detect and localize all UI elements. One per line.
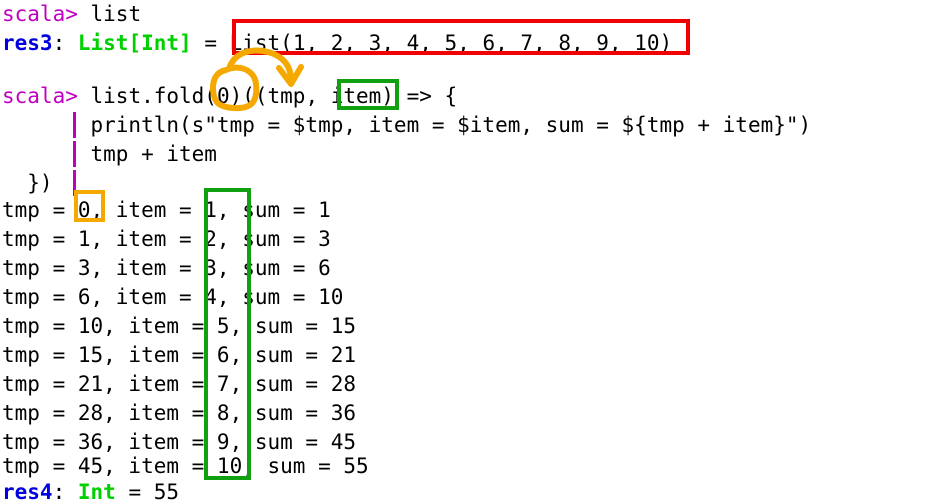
- repl-input-fold: list.fold(0)((tmp, item) => {: [90, 84, 458, 108]
- result-equals: =: [191, 31, 230, 55]
- result-name-res4: res4: [2, 480, 53, 504]
- repl-output-line-2: tmp = 1, item = 2, sum = 3: [2, 227, 331, 251]
- yellow-highlight-box-tmp-zero: [74, 190, 105, 222]
- result-equals-2: =: [115, 480, 154, 504]
- repl-input-close-brace: }): [2, 171, 53, 195]
- repl-input-println: println(s"tmp = $tmp, item = $item, sum …: [2, 113, 812, 137]
- repl-output-line-10: tmp = 45, item = 10, sum = 55: [2, 454, 369, 478]
- repl-input-sum-expr: tmp + item: [2, 142, 217, 166]
- continuation-bar-2: [73, 141, 76, 167]
- repl-line-6: tmp + item: [2, 140, 217, 169]
- repl-line-last: res4: Int = 55: [2, 478, 179, 504]
- repl-line-1: scala> list: [2, 0, 141, 29]
- repl-text-area[interactable]: scala> list res3: List[Int] = List(1, 2,…: [0, 0, 927, 504]
- result-type-listint: List[Int]: [77, 31, 192, 55]
- repl-output-line-3: tmp = 3, item = 3, sum = 6: [2, 256, 331, 280]
- repl-output-line-4: tmp = 6, item = 4, sum = 10: [2, 285, 344, 309]
- result-type-int: Int: [77, 480, 116, 504]
- repl-input-list: list: [90, 2, 142, 26]
- prompt-label-2: scala>: [2, 84, 91, 108]
- result-colon: :: [52, 31, 78, 55]
- result-colon-2: :: [52, 480, 78, 504]
- continuation-bar-1: [73, 112, 76, 138]
- result-value-55: 55: [153, 480, 180, 504]
- green-highlight-box-item-column: [204, 188, 251, 480]
- repl-output-line-7: tmp = 21, item = 7, sum = 28: [2, 372, 357, 396]
- repl-line-7: }): [2, 169, 53, 198]
- prompt-label: scala>: [2, 2, 91, 26]
- terminal-screenshot: scala> list res3: List[Int] = List(1, 2,…: [0, 0, 927, 504]
- repl-output-line-6: tmp = 15, item = 6, sum = 21: [2, 343, 357, 367]
- repl-output-line-1: tmp = 0, item = 1, sum = 1: [2, 198, 331, 222]
- repl-output-line-5: tmp = 10, item = 5, sum = 15: [2, 314, 357, 338]
- result-name-res3: res3: [2, 31, 53, 55]
- green-highlight-box-item-param: [337, 79, 399, 110]
- repl-output-line-8: tmp = 28, item = 8, sum = 36: [2, 401, 357, 425]
- repl-line-5: println(s"tmp = $tmp, item = $item, sum …: [2, 111, 812, 140]
- red-highlight-box-list-literal: [232, 19, 690, 55]
